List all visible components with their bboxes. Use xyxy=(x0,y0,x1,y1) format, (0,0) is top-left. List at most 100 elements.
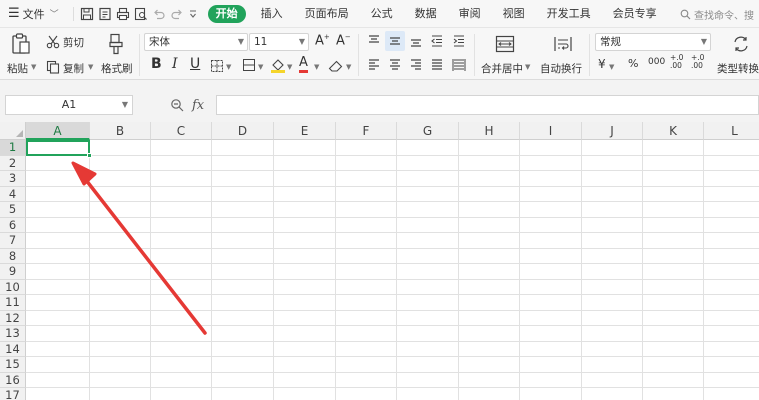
chevron-down-icon[interactable]: ▼ xyxy=(226,63,231,71)
tab-data[interactable]: 数据 xyxy=(404,0,448,28)
row-header-16[interactable]: 16 xyxy=(0,372,26,388)
export-pdf-icon[interactable] xyxy=(98,7,112,21)
row-header-1[interactable]: 1 xyxy=(0,140,26,156)
tab-developer[interactable]: 开发工具 xyxy=(536,0,602,28)
wrap-text-button[interactable] xyxy=(551,32,575,56)
spreadsheet-grid[interactable]: A B C D E F G H I J K L 1 2 3 4 5 6 7 8 9 10 11 12 13 14 15 16 17 xyxy=(0,122,759,400)
chevron-down-icon[interactable]: ▼ xyxy=(31,63,36,71)
column-header-i[interactable]: I xyxy=(520,122,582,140)
align-left-button[interactable] xyxy=(364,55,384,75)
row-header-11[interactable]: 11 xyxy=(0,295,26,311)
align-middle-button[interactable] xyxy=(385,31,405,51)
number-format-select[interactable]: 常规 ▼ xyxy=(595,33,711,51)
chevron-down-icon[interactable]: ▼ xyxy=(609,63,614,71)
merge-center-button[interactable] xyxy=(493,32,517,56)
chevron-down-icon[interactable]: ▼ xyxy=(314,63,319,71)
column-header-l[interactable]: L xyxy=(704,122,759,140)
column-header-b[interactable]: B xyxy=(90,122,151,140)
column-header-g[interactable]: G xyxy=(397,122,459,140)
font-color-icon[interactable]: A xyxy=(299,56,308,73)
file-menu[interactable]: ☰ 文件 ﹀ xyxy=(0,0,65,28)
align-center-button[interactable] xyxy=(385,55,405,75)
distributed-align-button[interactable] xyxy=(449,55,469,75)
increase-font-icon[interactable]: A+ xyxy=(315,33,330,48)
fill-handle[interactable] xyxy=(87,153,92,158)
thousands-separator-button[interactable]: 000 xyxy=(648,57,665,67)
row-header-6[interactable]: 6 xyxy=(0,217,26,233)
row-header-10[interactable]: 10 xyxy=(0,279,26,295)
increase-decimal-button[interactable]: +.0 .00 xyxy=(670,54,686,70)
chevron-down-icon[interactable]: ▼ xyxy=(525,63,530,71)
font-size-select[interactable]: 11 ▼ xyxy=(249,33,309,51)
paste-button[interactable] xyxy=(8,32,34,56)
justify-button[interactable] xyxy=(427,55,447,75)
column-header-a[interactable]: A xyxy=(26,122,90,140)
bold-icon[interactable]: B xyxy=(151,56,162,72)
decrease-font-icon[interactable]: A− xyxy=(336,33,351,48)
row-header-15[interactable]: 15 xyxy=(0,357,26,373)
row-header-5[interactable]: 5 xyxy=(0,202,26,218)
insert-function-button[interactable]: fx xyxy=(192,98,204,113)
chevron-down-icon[interactable]: ▼ xyxy=(258,63,263,71)
align-right-button[interactable] xyxy=(406,55,426,75)
column-header-d[interactable]: D xyxy=(212,122,274,140)
active-cell-a1[interactable] xyxy=(26,140,92,158)
percent-button[interactable]: % xyxy=(628,57,638,70)
decrease-indent-button[interactable] xyxy=(427,31,447,51)
tab-page-layout[interactable]: 页面布局 xyxy=(294,0,360,28)
underline-icon[interactable]: U xyxy=(190,56,200,72)
border-icon[interactable] xyxy=(210,59,224,73)
customize-toolbar-icon[interactable] xyxy=(188,7,198,21)
row-header-17[interactable]: 17 xyxy=(0,388,26,400)
align-bottom-button[interactable] xyxy=(406,31,426,51)
print-preview-icon[interactable] xyxy=(134,7,148,21)
tab-review[interactable]: 审阅 xyxy=(448,0,492,28)
row-header-3[interactable]: 3 xyxy=(0,171,26,187)
column-header-f[interactable]: F xyxy=(336,122,397,140)
chevron-down-icon[interactable]: ▼ xyxy=(346,63,351,71)
align-top-button[interactable] xyxy=(364,31,384,51)
tab-member[interactable]: 会员专享 xyxy=(602,0,668,28)
row-header-14[interactable]: 14 xyxy=(0,341,26,357)
copy-icon[interactable] xyxy=(46,60,60,74)
tab-formulas[interactable]: 公式 xyxy=(360,0,404,28)
tab-view[interactable]: 视图 xyxy=(492,0,536,28)
column-header-h[interactable]: H xyxy=(459,122,520,140)
select-all-button[interactable] xyxy=(0,122,26,140)
type-convert-button[interactable] xyxy=(730,32,752,56)
row-header-9[interactable]: 9 xyxy=(0,264,26,280)
chevron-down-icon[interactable]: ▼ xyxy=(88,63,93,71)
zoom-lookup-icon[interactable] xyxy=(170,98,184,112)
row-header-12[interactable]: 12 xyxy=(0,310,26,326)
redo-icon[interactable] xyxy=(170,7,184,21)
cut-label[interactable]: 剪切 xyxy=(63,35,84,50)
undo-icon[interactable] xyxy=(152,7,166,21)
save-icon[interactable] xyxy=(80,7,94,21)
cut-icon[interactable] xyxy=(46,35,60,49)
tab-home[interactable]: 开始 xyxy=(207,4,246,23)
column-header-k[interactable]: K xyxy=(643,122,704,140)
name-box[interactable]: A1 ▼ xyxy=(5,95,133,115)
print-icon[interactable] xyxy=(116,7,130,21)
column-header-c[interactable]: C xyxy=(151,122,212,140)
format-painter-button[interactable] xyxy=(104,32,128,56)
merge-cells-icon[interactable] xyxy=(242,58,256,72)
row-header-13[interactable]: 13 xyxy=(0,326,26,342)
column-header-e[interactable]: E xyxy=(274,122,336,140)
chevron-down-icon[interactable]: ▼ xyxy=(287,63,292,71)
italic-icon[interactable]: I xyxy=(172,56,178,72)
column-header-j[interactable]: J xyxy=(582,122,643,140)
increase-indent-button[interactable] xyxy=(449,31,469,51)
row-header-7[interactable]: 7 xyxy=(0,233,26,249)
copy-label[interactable]: 复制 xyxy=(63,61,84,76)
row-header-8[interactable]: 8 xyxy=(0,248,26,264)
clear-format-icon[interactable] xyxy=(328,58,343,73)
font-name-select[interactable]: 宋体 ▼ xyxy=(144,33,248,51)
tab-insert[interactable]: 插入 xyxy=(250,0,294,28)
decrease-decimal-button[interactable]: +.0 .00 xyxy=(691,54,707,70)
command-search[interactable]: 查找命令、搜 xyxy=(680,5,759,23)
row-header-4[interactable]: 4 xyxy=(0,186,26,202)
currency-icon[interactable]: ¥ xyxy=(598,57,606,71)
fill-color-icon[interactable] xyxy=(270,57,286,73)
formula-input[interactable] xyxy=(216,95,759,115)
